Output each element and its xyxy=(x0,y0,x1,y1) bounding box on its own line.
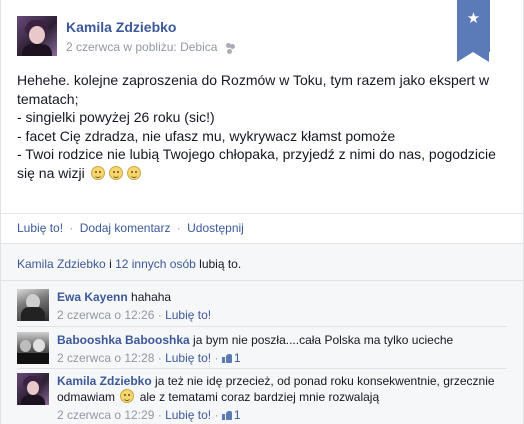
commenter-name-link[interactable]: Kamila Zdziebko xyxy=(57,374,152,388)
comment-divider xyxy=(17,326,507,327)
post-date-link[interactable]: 2 czerwca xyxy=(66,40,120,54)
liker-name-link[interactable]: Kamila Zdziebko xyxy=(17,257,106,271)
author-avatar[interactable] xyxy=(17,16,57,56)
other-likers-link[interactable]: 12 innych osób xyxy=(115,257,196,271)
comment-text: ale z tematami coraz bardziej mnie rozwa… xyxy=(139,390,380,404)
post-text: Hehehe. kolejne zaproszenia do Rozmów w … xyxy=(17,71,509,182)
commenter-name-link[interactable]: Babooshka Babooshka xyxy=(57,333,190,347)
post-text-line-last: - Twoi rodzice nie lubią Twojego chłopak… xyxy=(17,145,509,182)
comment-divider xyxy=(17,368,507,369)
comment-timestamp[interactable]: 2 czerwca o 12:28 xyxy=(57,351,154,365)
comment-text: ja bym nie poszła....cała Polska ma tylk… xyxy=(193,333,454,347)
highlight-ribbon[interactable]: ★ xyxy=(457,0,490,62)
comment-text: hahaha xyxy=(131,290,172,304)
comment-meta: 2 czerwca o 12:26 · Lubię to! xyxy=(57,307,507,323)
post-text-line: - singielki powyżej 26 roku (sic!) xyxy=(17,109,215,125)
comment-like-count[interactable]: 1 xyxy=(221,408,241,422)
comment-meta: 2 czerwca o 12:28 · Lubię to! · 1 xyxy=(57,350,507,366)
comment-meta: 2 czerwca o 12:29 · Lubię to! · 1 xyxy=(57,407,507,423)
post-text-line: - Twoi rodzice nie lubią Twojego chłopak… xyxy=(17,146,496,181)
commenter-avatar[interactable] xyxy=(17,289,49,321)
comment-timestamp[interactable]: 2 czerwca o 12:29 xyxy=(57,408,154,422)
smile-emoticon-icon xyxy=(90,165,105,180)
separator: · xyxy=(157,351,162,365)
likes-suffix: lubią to. xyxy=(199,257,242,271)
commenter-avatar[interactable] xyxy=(17,373,49,405)
commenter-avatar[interactable] xyxy=(17,332,49,364)
friends-icon[interactable] xyxy=(225,43,236,52)
post-text-line: - facet Cię zdradza, nie ufasz mu, wykry… xyxy=(17,127,396,144)
feedback-section: Kamila Zdziebko i 12 innych osób lubią t… xyxy=(1,243,523,424)
thumbs-up-icon xyxy=(221,410,232,420)
separator: · xyxy=(176,221,181,235)
like-count-value: 1 xyxy=(233,408,241,422)
author-name-link[interactable]: Kamila Zdziebko xyxy=(66,19,176,35)
news-feed-post: Kamila Zdziebko 2 czerwca w pobliżu: Deb… xyxy=(0,0,524,424)
smile-emoticon-icon xyxy=(108,165,123,180)
separator: · xyxy=(157,308,162,322)
post-header: Kamila Zdziebko 2 czerwca w pobliżu: Deb… xyxy=(17,16,487,60)
like-count-value: 1 xyxy=(233,351,241,365)
share-button[interactable]: Udostępnij xyxy=(187,221,244,235)
location-prefix: w pobliżu: xyxy=(123,40,177,54)
comment-like-button[interactable]: Lubię to! xyxy=(165,408,211,422)
comment-like-button[interactable]: Lubię to! xyxy=(165,351,211,365)
star-icon: ★ xyxy=(466,10,481,27)
like-button[interactable]: Lubię to! xyxy=(17,221,63,235)
comment-item: Babooshka Babooshka ja bym nie poszła...… xyxy=(17,332,507,366)
post-text-line: Hehehe. kolejne zaproszenia do Rozmów w … xyxy=(17,72,490,107)
post-actions: Lubię to! · Dodaj komentarz · Udostępnij xyxy=(1,213,523,243)
comment-body: Babooshka Babooshka ja bym nie poszła...… xyxy=(57,332,507,366)
comment-like-count[interactable]: 1 xyxy=(221,351,241,365)
comment-item: Kamila Zdziebko ja też nie idę przecież,… xyxy=(17,373,507,423)
comment-item: Ewa Kayenn hahaha 2 czerwca o 12:26 · Lu… xyxy=(17,289,507,323)
add-comment-button[interactable]: Dodaj komentarz xyxy=(80,221,171,235)
smile-emoticon-icon xyxy=(126,165,141,180)
likes-summary: Kamila Zdziebko i 12 innych osób lubią t… xyxy=(1,244,523,281)
smile-emoticon-icon xyxy=(120,389,135,403)
commenter-name-link[interactable]: Ewa Kayenn xyxy=(57,290,128,304)
separator: · xyxy=(157,408,162,422)
comment-like-button[interactable]: Lubię to! xyxy=(165,308,211,322)
comment-timestamp[interactable]: 2 czerwca o 12:26 xyxy=(57,308,154,322)
separator: · xyxy=(69,221,74,235)
thumbs-up-icon xyxy=(221,353,232,363)
separator: · xyxy=(214,408,219,422)
separator: · xyxy=(214,351,219,365)
post-meta: 2 czerwca w pobliżu: Debica xyxy=(66,40,236,54)
likes-connector: i xyxy=(109,257,112,271)
comment-body: Kamila Zdziebko ja też nie idę przecież,… xyxy=(57,373,507,423)
location-link[interactable]: Debica xyxy=(180,40,217,54)
comment-body: Ewa Kayenn hahaha 2 czerwca o 12:26 · Lu… xyxy=(57,289,507,323)
